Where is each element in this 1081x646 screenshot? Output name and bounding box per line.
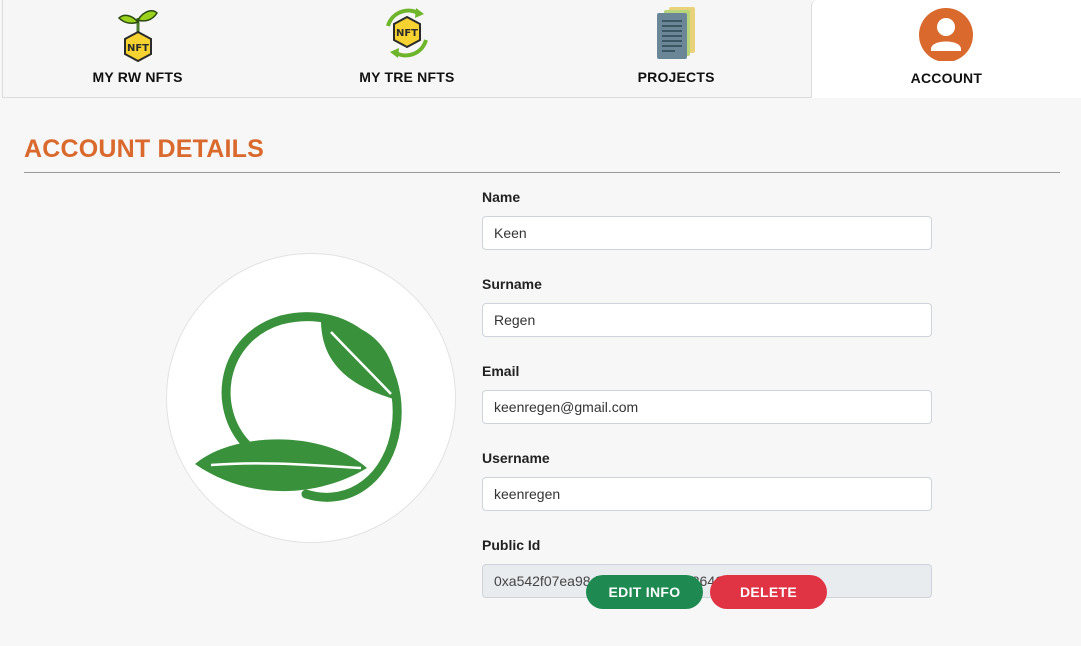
title-divider xyxy=(24,172,1060,173)
tab-my-rw-nfts[interactable]: NFT MY RW NFTS xyxy=(2,0,273,98)
documents-icon xyxy=(647,4,705,62)
account-form: Name Surname Email Username Public Id xyxy=(482,188,934,623)
avatar xyxy=(166,253,456,543)
tab-label: MY RW NFTS xyxy=(92,69,183,85)
tab-label: MY TRE NFTS xyxy=(359,69,455,85)
surname-input[interactable] xyxy=(482,303,932,337)
main-tabs: NFT MY RW NFTS NFT MY TRE NFTS PROJECTS … xyxy=(2,0,1081,98)
delete-button[interactable]: DELETE xyxy=(710,575,827,609)
surname-field-group: Surname xyxy=(482,275,934,337)
email-label: Email xyxy=(482,363,520,379)
username-input[interactable] xyxy=(482,477,932,511)
username-field-group: Username xyxy=(482,449,934,511)
nft-cycle-icon: NFT xyxy=(378,4,436,62)
app-root: NFT MY RW NFTS NFT MY TRE NFTS PROJECTS … xyxy=(0,0,1081,646)
tab-label: PROJECTS xyxy=(637,69,715,85)
nft-badge-text: NFT xyxy=(396,28,418,39)
nft-badge-text: NFT xyxy=(127,43,149,54)
account-panel: ACCOUNT DETAILS Name Surname xyxy=(2,98,1081,646)
page-title: ACCOUNT DETAILS xyxy=(24,135,265,163)
name-label: Name xyxy=(482,189,521,205)
public-id-label: Public Id xyxy=(482,537,541,553)
tab-account[interactable]: ACCOUNT xyxy=(810,0,1081,98)
email-input[interactable] xyxy=(482,390,932,424)
surname-label: Surname xyxy=(482,276,542,292)
name-field-group: Name xyxy=(482,188,934,250)
tab-label: ACCOUNT xyxy=(910,70,983,86)
email-field-group: Email xyxy=(482,362,934,424)
leaf-logo-icon xyxy=(195,312,402,502)
tab-projects[interactable]: PROJECTS xyxy=(541,0,811,98)
name-input[interactable] xyxy=(482,216,932,250)
edit-info-button[interactable]: EDIT INFO xyxy=(586,575,703,609)
nft-sprout-icon: NFT xyxy=(109,4,167,62)
username-label: Username xyxy=(482,450,550,466)
user-avatar-icon xyxy=(917,4,975,62)
form-actions: EDIT INFO DELETE xyxy=(586,575,827,609)
tab-my-tre-nfts[interactable]: NFT MY TRE NFTS xyxy=(272,0,542,98)
